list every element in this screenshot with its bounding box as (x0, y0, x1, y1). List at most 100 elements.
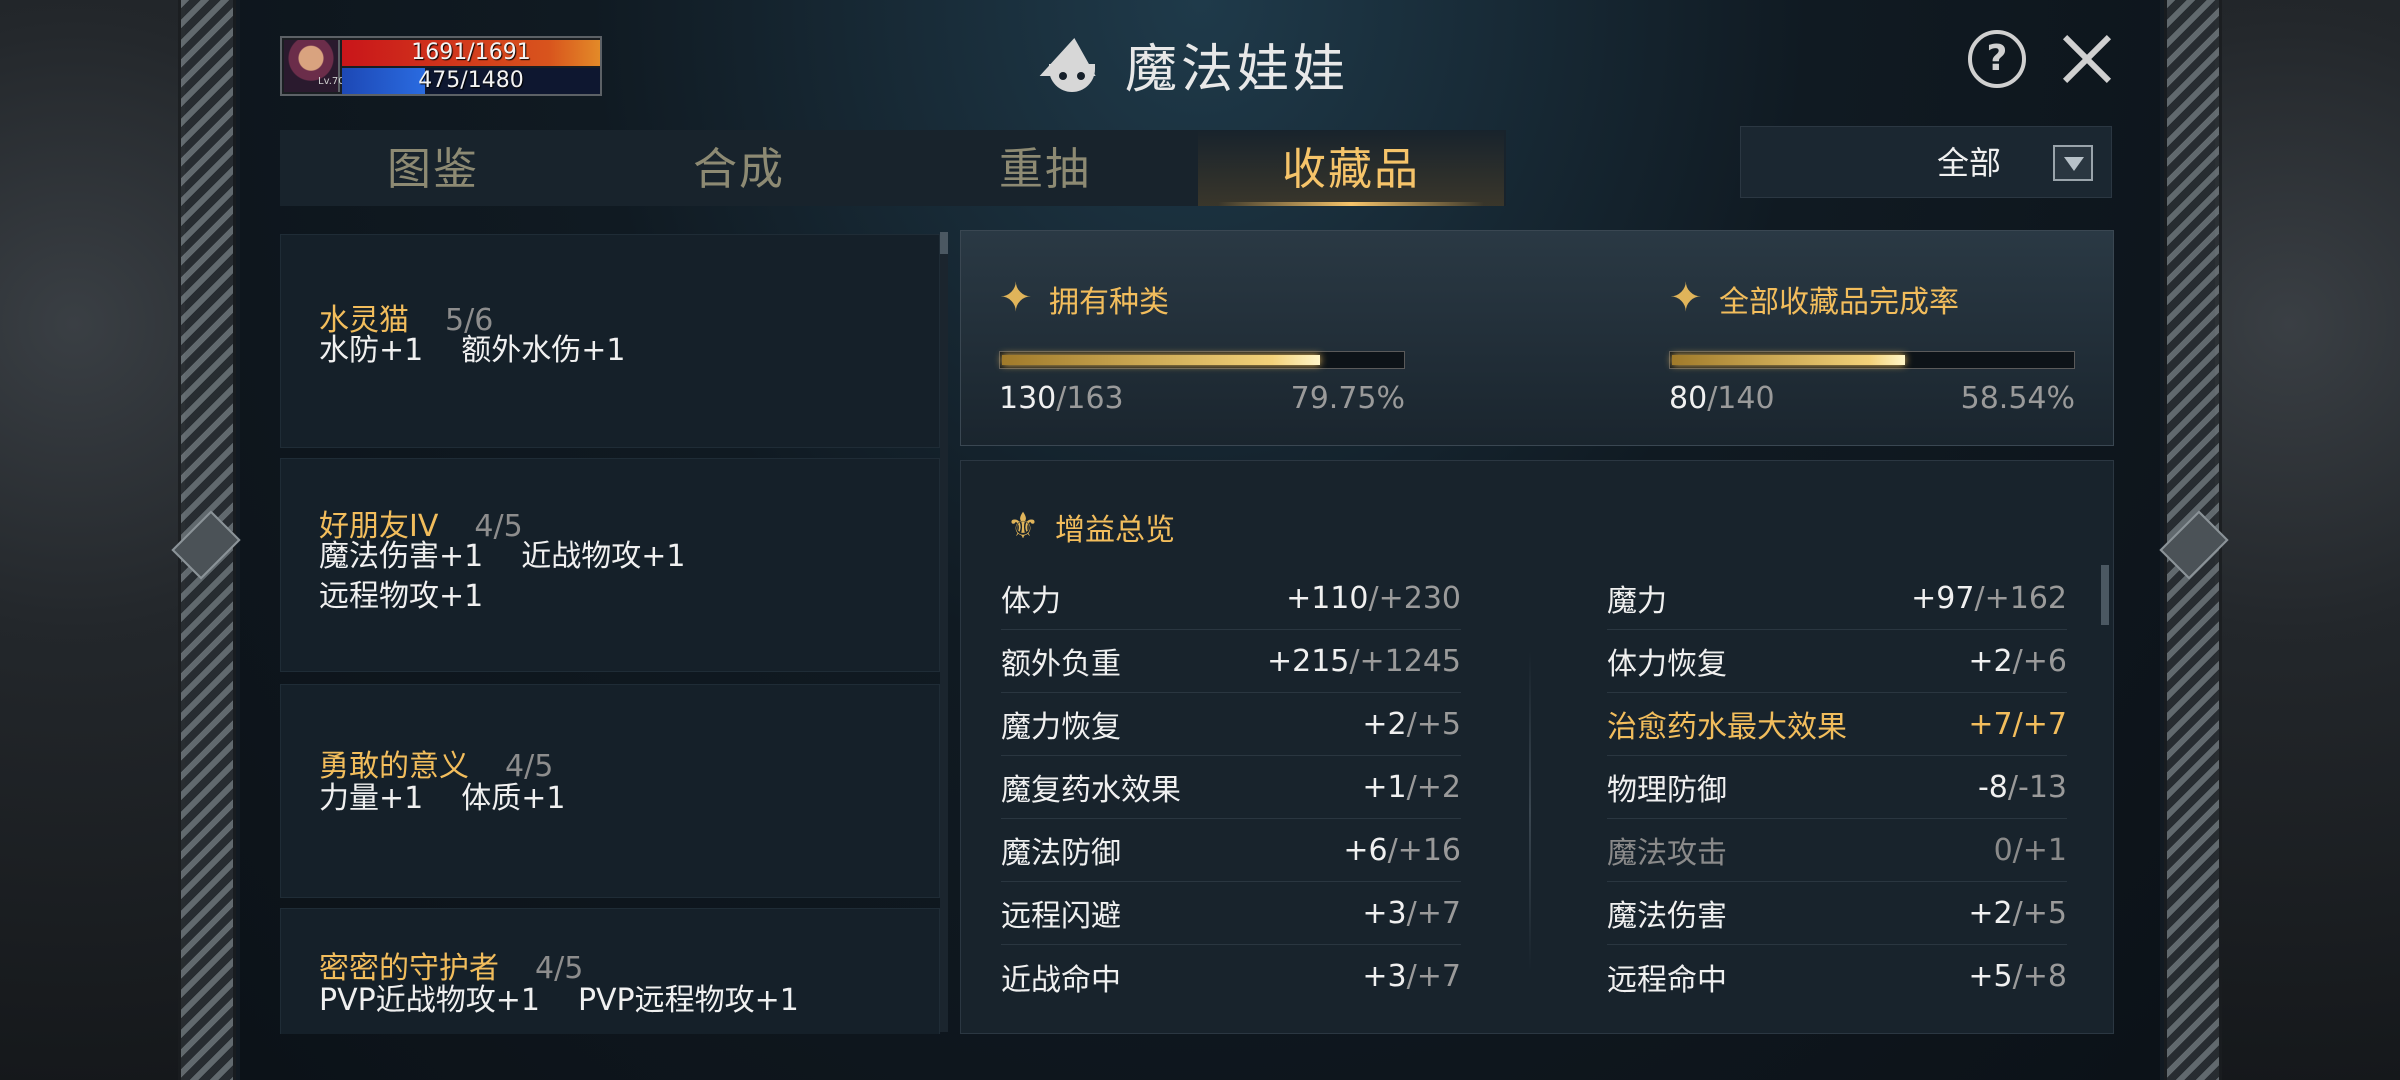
buff-current: 0 (1993, 832, 2013, 868)
collection-list[interactable]: 水灵猫 5/6 水防+1 额外水伤+1 好朋友IV 4/5 魔法伤害+1 近战物攻+1 … (280, 234, 942, 1034)
buff-max: /+162 (1974, 580, 2067, 616)
effect-item: 额外水伤+1 (461, 333, 626, 368)
effect-item: 远程物攻+1 (319, 579, 484, 614)
collection-card[interactable]: 水灵猫 5/6 水防+1 额外水伤+1 (280, 234, 940, 448)
buff-value: +2/+5 (1362, 707, 1461, 742)
buff-column-right: 魔力 +97/+162 体力恢复 +2/+6 治愈药水最大效果 +7/+7 物理防御 -8/-… (1607, 567, 2067, 1008)
owned-types-stat: 拥有种类 130/163 79.75% (999, 275, 1405, 416)
sparkle-icon (1669, 275, 1705, 321)
collection-effects: PVP近战物攻+1 PVP远程物攻+1 (319, 981, 919, 1021)
buff-row: 魔复药水效果 +1/+2 (1001, 756, 1461, 819)
collection-effects: 水防+1 额外水伤+1 (319, 331, 919, 371)
collection-list-scrollbar[interactable] (940, 232, 948, 1032)
buff-current: +110 (1286, 580, 1369, 616)
buff-max: /+5 (1406, 706, 1461, 742)
fleur-de-lis-icon: ⚜ (1006, 506, 1040, 547)
completion-rate-progress (1669, 351, 2075, 369)
buff-name: 近战命中 (1001, 962, 1121, 998)
question-circle-icon: ? (1986, 38, 2008, 79)
buff-row: 魔力 +97/+162 (1607, 567, 2067, 630)
completion-rate-title: 全部收藏品完成率 (1669, 275, 2075, 321)
filter-dropdown[interactable]: 全部 (1740, 126, 2112, 198)
completion-rate-label: 全部收藏品完成率 (1719, 285, 1959, 320)
buff-row: 魔法攻击 0/+1 (1607, 819, 2067, 882)
tab-reroll[interactable]: 重抽 (892, 130, 1198, 206)
buff-max: /+8 (2012, 959, 2067, 994)
buff-max: /-13 (2007, 769, 2067, 805)
buff-value: +2/+5 (1968, 896, 2067, 931)
buff-row: 远程命中 +5/+8 (1607, 945, 2067, 1008)
buff-current: -8 (1977, 769, 2008, 805)
collection-effects: 魔法伤害+1 近战物攻+1 远程物攻+1 (319, 537, 919, 617)
buff-name: 远程命中 (1607, 962, 1727, 998)
buff-row: 额外负重 +215/+1245 (1001, 630, 1461, 693)
buff-value: +6/+16 (1343, 833, 1461, 868)
buff-overview-panel[interactable]: ⚜ 增益总览 体力 +110/+230 额外负重 +215/+1245 魔力恢复 +2/+… (960, 460, 2114, 1034)
collection-card[interactable]: 勇敢的意义 4/5 力量+1 体质+1 (280, 684, 940, 898)
owned-types-label: 拥有种类 (1049, 285, 1169, 320)
buff-value: 0/+1 (1994, 833, 2067, 868)
buff-name: 魔复药水效果 (1001, 773, 1181, 808)
buff-current: +215 (1267, 643, 1350, 679)
sparkle-icon (999, 275, 1035, 321)
column-divider (1529, 651, 1531, 971)
close-button[interactable] (2056, 28, 2118, 90)
mp-text: 475/1480 (418, 68, 524, 93)
buff-max: /+5 (2012, 895, 2067, 931)
buff-overview-header: ⚜ 增益总览 (1003, 505, 1175, 549)
tab-bar: 图鉴 合成 重抽 收藏品 (280, 130, 1506, 206)
magic-doll-icon (1035, 34, 1107, 94)
buff-overview-scrollbar[interactable] (2101, 565, 2109, 625)
buff-current: +1 (1362, 769, 1407, 805)
dropdown-arrow-icon[interactable] (2053, 145, 2093, 181)
owned-total: /163 (1056, 381, 1124, 416)
buff-row: 魔法防御 +6/+16 (1001, 819, 1461, 882)
filter-selected: 全部 (1936, 144, 2001, 182)
stone-wall-left (0, 0, 185, 1080)
buff-value: +97/+162 (1911, 581, 2067, 616)
owned-types-progress (999, 351, 1405, 369)
tab-collection[interactable]: 收藏品 (1198, 130, 1504, 206)
buff-max: /+16 (1387, 832, 1461, 868)
collection-card[interactable]: 密密的守护者 4/5 PVP近战物攻+1 PVP远程物攻+1 (280, 908, 940, 1034)
buff-max: /+2 (1406, 769, 1461, 805)
buff-name: 额外负重 (1001, 647, 1121, 682)
effect-item: 近战物攻+1 (521, 539, 686, 574)
owned-current: 130 (999, 381, 1057, 416)
buff-max: /+7 (1406, 959, 1461, 994)
buff-max: /+1245 (1349, 643, 1461, 679)
scrollbar-thumb[interactable] (940, 232, 948, 254)
buff-max: /+6 (2012, 643, 2067, 679)
buff-value: +5/+8 (1968, 959, 2067, 994)
buff-current: +7 (1968, 706, 2013, 742)
collection-card[interactable]: 好朋友IV 4/5 魔法伤害+1 近战物攻+1 远程物攻+1 (280, 458, 940, 672)
buff-row: 体力恢复 +2/+6 (1607, 630, 2067, 693)
completion-current: 80 (1669, 381, 1708, 416)
buff-name: 魔法防御 (1001, 836, 1121, 871)
buff-current: +2 (1362, 706, 1407, 742)
owned-types-title: 拥有种类 (999, 275, 1405, 321)
buff-overview-title: 增益总览 (1055, 513, 1175, 548)
owned-types-values: 130/163 79.75% (999, 381, 1405, 416)
buff-value: +215/+1245 (1267, 644, 1461, 679)
buff-row: 体力 +110/+230 (1001, 567, 1461, 630)
buff-row: 近战命中 +3/+7 (1001, 945, 1461, 1008)
buff-max: /+7 (1406, 895, 1461, 931)
buff-max: /+230 (1368, 580, 1461, 616)
buff-current: +2 (1968, 643, 2013, 679)
completion-rate-progress-fill (1672, 355, 1905, 365)
completion-percent: 58.54% (1960, 381, 2075, 416)
effect-item: 水防+1 (319, 333, 424, 368)
buff-value: +3/+7 (1362, 896, 1461, 931)
effect-item: 魔法伤害+1 (319, 539, 484, 574)
effect-item: PVP近战物攻+1 (319, 983, 540, 1018)
collection-effects: 力量+1 体质+1 (319, 779, 919, 819)
effect-item: PVP远程物攻+1 (577, 983, 799, 1018)
buff-row: 魔力恢复 +2/+5 (1001, 693, 1461, 756)
buff-row: 魔法伤害 +2/+5 (1607, 882, 2067, 945)
tab-codex[interactable]: 图鉴 (280, 130, 586, 206)
tab-synthesis[interactable]: 合成 (586, 130, 892, 206)
buff-name: 物理防御 (1607, 773, 1727, 808)
buff-column-left: 体力 +110/+230 额外负重 +215/+1245 魔力恢复 +2/+5 魔复药水效果… (1001, 567, 1461, 1008)
help-button[interactable]: ? (1968, 30, 2026, 88)
